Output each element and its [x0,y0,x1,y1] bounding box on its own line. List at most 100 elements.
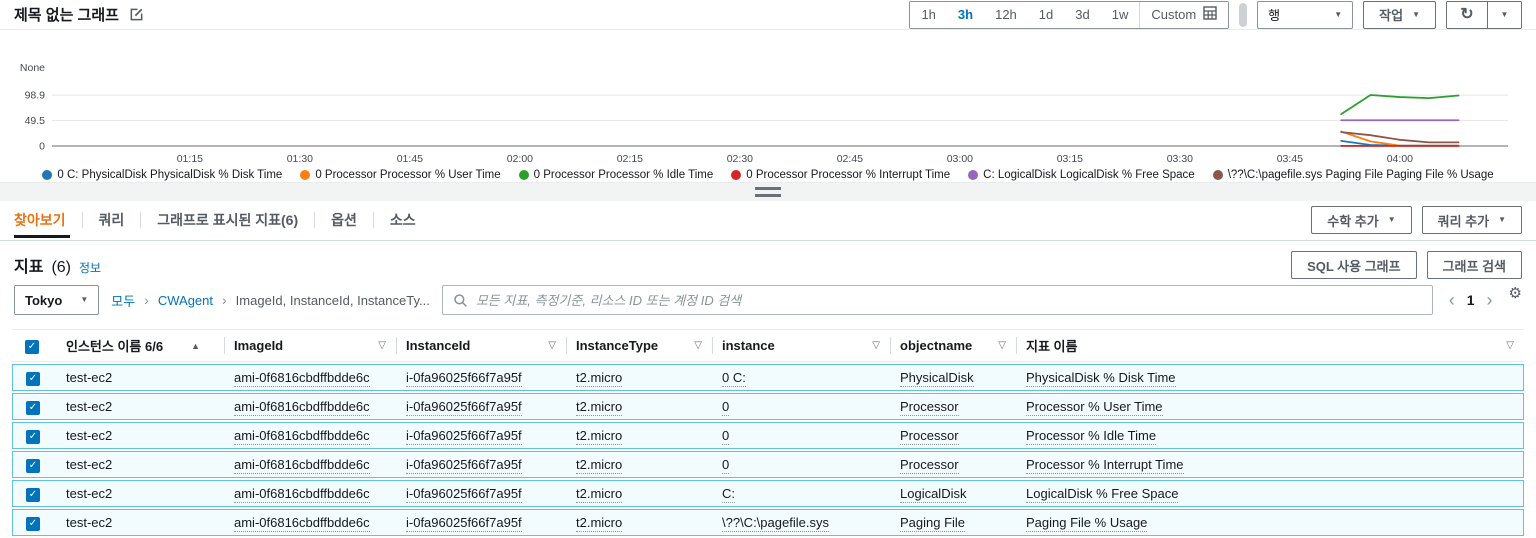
table-row[interactable]: ✓ test-ec2 ami-0f6816cbdffbdde6c i-0fa96025… [12,364,1524,391]
refresh-button[interactable]: ↻ [1447,1,1487,28]
cell-value-metric[interactable]: PhysicalDisk % Disk Time [1026,370,1176,387]
tab-2[interactable]: 그래프로 표시된 지표(6) [141,201,314,240]
row-checkbox[interactable]: ✓ [26,488,40,502]
cell-value-objectname[interactable]: Processor [900,457,959,474]
cell-value-instance_type[interactable]: t2.micro [576,457,623,474]
tab-1[interactable]: 쿼리 [83,201,141,240]
region-select[interactable]: Tokyo ▼ [14,285,100,315]
cell-value-metric[interactable]: Processor % Idle Time [1026,428,1157,445]
cell-value-instance_id[interactable]: i-0fa96025f66f7a95f [406,457,522,474]
time-range-12h[interactable]: 12h [984,1,1028,28]
graph-type-select[interactable]: 행 ▼ [1257,0,1354,29]
calendar-grid-icon [1203,6,1217,23]
row-checkbox[interactable]: ✓ [26,517,40,531]
filter-icon[interactable]: ▽ [548,340,556,351]
row-checkbox[interactable]: ✓ [26,430,40,444]
next-page-button[interactable]: › [1487,291,1493,309]
filter-icon[interactable]: ▽ [378,340,386,351]
cell-value-instance[interactable]: C: [722,486,735,503]
cell-value-objectname[interactable]: Processor [900,399,959,416]
cell-value-image_id[interactable]: ami-0f6816cbdffbdde6c [234,486,370,503]
tab-3[interactable]: 옵션 [315,201,373,240]
refresh-options-button[interactable]: ▼ [1487,1,1521,28]
cell-value-image_id[interactable]: ami-0f6816cbdffbdde6c [234,457,370,474]
legend-item[interactable]: 0 Processor Processor % Idle Time [518,169,713,181]
column-header-0[interactable]: 인스턴스 이름 6/6 ▲ [56,329,224,362]
cell-value-instance_id[interactable]: i-0fa96025f66f7a95f [406,428,522,445]
column-header-5[interactable]: objectname ▽ [890,329,1016,362]
tab-0[interactable]: 찾아보기 [14,201,82,240]
row-checkbox[interactable]: ✓ [26,372,40,386]
legend-item[interactable]: 0 Processor Processor % Interrupt Time [731,169,950,181]
tab-4[interactable]: 소스 [374,201,432,240]
cell-value-metric[interactable]: Paging File % Usage [1026,515,1148,532]
cell-value-metric[interactable]: Processor % User Time [1026,399,1163,416]
filter-icon[interactable]: ▽ [694,340,702,351]
table-row[interactable]: ✓ test-ec2 ami-0f6816cbdffbdde6c i-0fa96025… [12,422,1524,449]
cell-value-instance_id[interactable]: i-0fa96025f66f7a95f [406,515,522,532]
cell-value-instance_type[interactable]: t2.micro [576,399,623,416]
time-range-1w[interactable]: 1w [1100,1,1140,28]
legend-item[interactable]: 0 Processor Processor % User Time [300,169,501,181]
breadcrumb-item[interactable]: 모두 [111,291,135,310]
settings-gear-icon[interactable]: ⚙ [1509,284,1522,302]
time-range-1d[interactable]: 1d [1027,1,1065,28]
cell-value-instance_id[interactable]: i-0fa96025f66f7a95f [406,486,522,503]
column-header-6[interactable]: 지표 이름 ▽ [1016,329,1524,362]
cell-value-instance_type[interactable]: t2.micro [576,428,623,445]
filter-icon[interactable]: ▽ [998,340,1006,351]
column-header-4[interactable]: instance ▽ [712,329,890,362]
select-all-checkbox[interactable]: ✓ [25,340,39,354]
cell-value-instance[interactable]: 0 [722,457,730,474]
actions-button[interactable]: 작업 ▼ [1363,0,1436,29]
table-row[interactable]: ✓ test-ec2 ami-0f6816cbdffbdde6c i-0fa96025… [12,480,1524,507]
info-link[interactable]: 정보 [79,259,101,276]
cell-value-objectname[interactable]: Processor [900,428,959,445]
cell-value-objectname[interactable]: LogicalDisk [900,486,967,503]
breadcrumb-item[interactable]: CWAgent [158,293,213,308]
row-checkbox[interactable]: ✓ [26,401,40,415]
table-row[interactable]: ✓ test-ec2 ami-0f6816cbdffbdde6c i-0fa96025… [12,393,1524,420]
sql-graph-button[interactable]: SQL 사용 그래프 [1291,251,1417,279]
cell-value-instance[interactable]: 0 [722,428,730,445]
column-header-2[interactable]: InstanceId ▽ [396,329,566,362]
filter-icon[interactable]: ▽ [1506,340,1514,351]
cell-value-instance_id[interactable]: i-0fa96025f66f7a95f [406,399,522,416]
legend-item[interactable]: \??\C:\pagefile.sys Paging File Paging F… [1212,169,1494,181]
custom-range-button[interactable]: Custom [1139,1,1229,28]
table-row[interactable]: ✓ test-ec2 ami-0f6816cbdffbdde6c i-0fa96025… [12,509,1524,536]
cell-value-instance_type[interactable]: t2.micro [576,486,623,503]
cell-value-instance[interactable]: 0 C: [722,370,746,387]
column-header-1[interactable]: ImageId ▽ [224,329,396,362]
cell-value-instance_type[interactable]: t2.micro [576,515,623,532]
time-range-1h[interactable]: 1h [910,1,947,28]
sort-ascending-icon[interactable]: ▲ [191,341,200,351]
prev-page-button[interactable]: ‹ [1449,291,1455,309]
cell-value-instance[interactable]: 0 [722,399,730,416]
graph-search-button[interactable]: 그래프 검색 [1426,251,1522,279]
column-header-3[interactable]: InstanceType ▽ [566,329,712,362]
search-input[interactable] [475,292,1422,308]
cell-value-image_id[interactable]: ami-0f6816cbdffbdde6c [234,370,370,387]
cell-value-objectname[interactable]: PhysicalDisk [900,370,974,387]
cell-value-metric[interactable]: LogicalDisk % Free Space [1026,486,1179,503]
add-math-button[interactable]: 수학 추가 ▼ [1311,206,1412,235]
row-checkbox[interactable]: ✓ [26,459,40,473]
legend-item[interactable]: 0 C: PhysicalDisk PhysicalDisk % Disk Ti… [42,169,282,181]
cell-value-instance[interactable]: \??\C:\pagefile.sys [722,515,829,532]
cell-value-image_id[interactable]: ami-0f6816cbdffbdde6c [234,399,370,416]
split-handle[interactable] [0,182,1536,201]
time-range-3h[interactable]: 3h [946,1,985,28]
cell-value-metric[interactable]: Processor % Interrupt Time [1026,457,1184,474]
edit-icon[interactable] [129,7,144,22]
filter-icon[interactable]: ▽ [872,340,880,351]
table-row[interactable]: ✓ test-ec2 ami-0f6816cbdffbdde6c i-0fa96025… [12,451,1524,478]
cell-value-image_id[interactable]: ami-0f6816cbdffbdde6c [234,428,370,445]
cell-value-instance_type[interactable]: t2.micro [576,370,623,387]
cell-value-objectname[interactable]: Paging File [900,515,966,532]
time-range-3d[interactable]: 3d [1064,1,1101,28]
cell-value-image_id[interactable]: ami-0f6816cbdffbdde6c [234,515,370,532]
add-query-button[interactable]: 쿼리 추가 ▼ [1421,206,1522,235]
legend-item[interactable]: C: LogicalDisk LogicalDisk % Free Space [968,169,1195,181]
cell-value-instance_id[interactable]: i-0fa96025f66f7a95f [406,370,522,387]
